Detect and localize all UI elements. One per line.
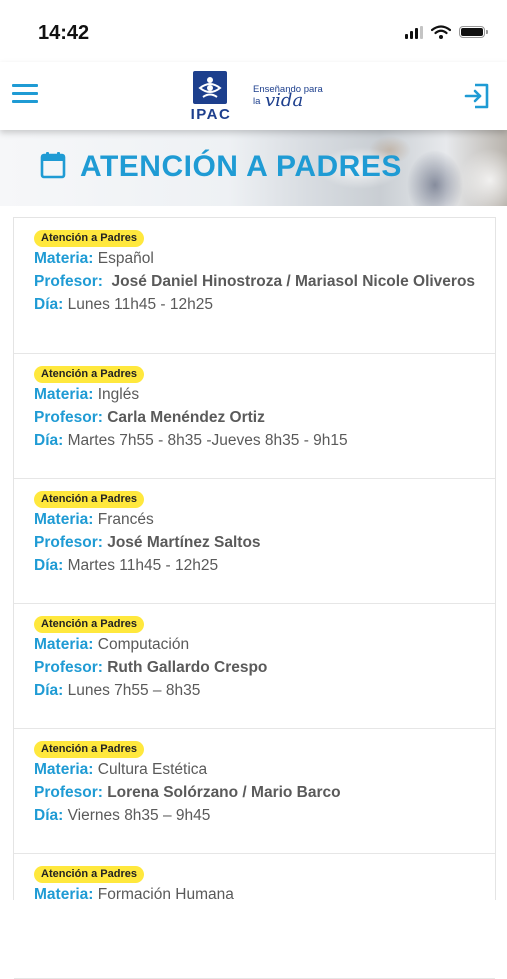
profesor-value: Carla Menéndez Ortiz — [107, 409, 265, 426]
status-icons — [405, 25, 488, 39]
profesor-label: Profesor: — [34, 784, 103, 801]
hamburger-menu-icon[interactable] — [12, 84, 38, 106]
profesor-value: José Martínez Saltos — [107, 534, 261, 551]
materia-label: Materia: — [34, 761, 94, 778]
profesor-label: Profesor: — [34, 534, 103, 551]
materia-row: Materia: Francés — [34, 509, 479, 531]
materia-value: Computación — [97, 636, 190, 653]
materia-row: Materia: Computación — [34, 634, 479, 656]
dia-row: Día: Martes 7h55 - 8h35 -Jueves 8h35 - 9… — [34, 430, 479, 452]
dia-row: Día: Martes 11h45 - 12h25 — [34, 555, 479, 577]
list-item[interactable]: Atención a Padres Materia: Formación Hum… — [14, 854, 495, 979]
dia-row: Día: Lunes 7h55 – 8h35 — [34, 680, 479, 702]
list-item[interactable]: Atención a Padres Materia: Inglés Profes… — [14, 354, 495, 479]
dia-label: Día: — [34, 432, 64, 449]
list-item[interactable]: Atención a Padres Materia: Francés Profe… — [14, 479, 495, 604]
dia-label: Día: — [34, 807, 64, 824]
logo-mark — [193, 71, 227, 104]
wifi-icon — [431, 25, 451, 39]
profesor-row: Profesor: Carla Menéndez Ortiz — [34, 407, 479, 429]
profesor-row: Profesor: Lorena Solórzano / Mario Barco — [34, 782, 479, 804]
cellular-signal-icon — [405, 25, 423, 39]
status-badge: Atención a Padres — [34, 491, 144, 508]
battery-icon — [459, 26, 488, 38]
dia-label: Día: — [34, 682, 64, 699]
materia-row: Materia: Español — [34, 248, 479, 270]
logo-slogan-line2: la — [253, 96, 261, 107]
profesor-value: José Daniel Hinostroza / Mariasol Nicole… — [111, 273, 476, 290]
status-badge: Atención a Padres — [34, 866, 144, 883]
status-badge: Atención a Padres — [34, 741, 144, 758]
materia-value: Francés — [97, 511, 154, 528]
page-banner: ATENCIÓN A PADRES — [0, 130, 507, 206]
materia-row: Materia: Formación Humana — [34, 884, 479, 906]
dia-row: Día: Viernes 8h35 – 9h45 — [34, 805, 479, 827]
dia-value: Martes 11h45 - 12h25 — [67, 557, 219, 574]
dia-label: Día: — [34, 296, 64, 313]
page-title: ATENCIÓN A PADRES — [80, 150, 402, 183]
dia-row: Día: Lunes 11h45 - 12h25 — [34, 294, 479, 316]
materia-label: Materia: — [34, 250, 94, 267]
dia-value: Martes 7h55 - 8h35 -Jueves 8h35 - 9h15 — [67, 432, 348, 449]
materia-label: Materia: — [34, 886, 94, 903]
status-badge: Atención a Padres — [34, 230, 144, 247]
dia-value: Lunes 11h45 - 12h25 — [67, 296, 213, 313]
dia-value: Lunes 7h55 – 8h35 — [67, 682, 201, 699]
list-item[interactable]: Atención a Padres Materia: Cultura Estét… — [14, 729, 495, 854]
profesor-label: Profesor: — [34, 659, 103, 676]
materia-label: Materia: — [34, 636, 94, 653]
list-item[interactable]: Atención a Padres Materia: Español Profe… — [14, 218, 495, 354]
materia-row: Materia: Cultura Estética — [34, 759, 479, 781]
materia-label: Materia: — [34, 511, 94, 528]
profesor-label: Profesor: — [34, 273, 103, 290]
profesor-label: Profesor: — [34, 409, 103, 426]
profesor-value: Ruth Gallardo Crespo — [107, 659, 268, 676]
appointment-list: Atención a Padres Materia: Español Profe… — [13, 217, 496, 979]
status-badge: Atención a Padres — [34, 366, 144, 383]
status-time: 14:42 — [38, 22, 90, 44]
status-badge: Atención a Padres — [34, 616, 144, 633]
logout-icon[interactable] — [463, 82, 491, 110]
list-item[interactable]: Atención a Padres Materia: Computación P… — [14, 604, 495, 729]
materia-row: Materia: Inglés — [34, 384, 479, 406]
app-header: IPAC Enseñando para la vida — [0, 62, 507, 130]
profesor-row: Profesor: José Daniel Hinostroza / Maria… — [34, 271, 479, 293]
materia-value: Español — [97, 250, 154, 267]
materia-label: Materia: — [34, 386, 94, 403]
profesor-value: Lorena Solórzano / Mario Barco — [107, 784, 341, 801]
status-bar: 14:42 — [0, 0, 507, 62]
calendar-icon — [40, 152, 66, 179]
profesor-row: Profesor: José Martínez Saltos — [34, 532, 479, 554]
materia-value: Inglés — [97, 386, 140, 403]
logo-name: IPAC — [190, 106, 232, 123]
logo-slogan-script: vida — [265, 90, 304, 111]
dia-value: Viernes 8h35 – 9h45 — [67, 807, 211, 824]
materia-value: Cultura Estética — [97, 761, 208, 778]
materia-value: Formación Humana — [97, 886, 234, 903]
dia-label: Día: — [34, 557, 64, 574]
profesor-row: Profesor: Ruth Gallardo Crespo — [34, 657, 479, 679]
ipac-logo: IPAC Enseñando para la vida — [184, 70, 334, 124]
